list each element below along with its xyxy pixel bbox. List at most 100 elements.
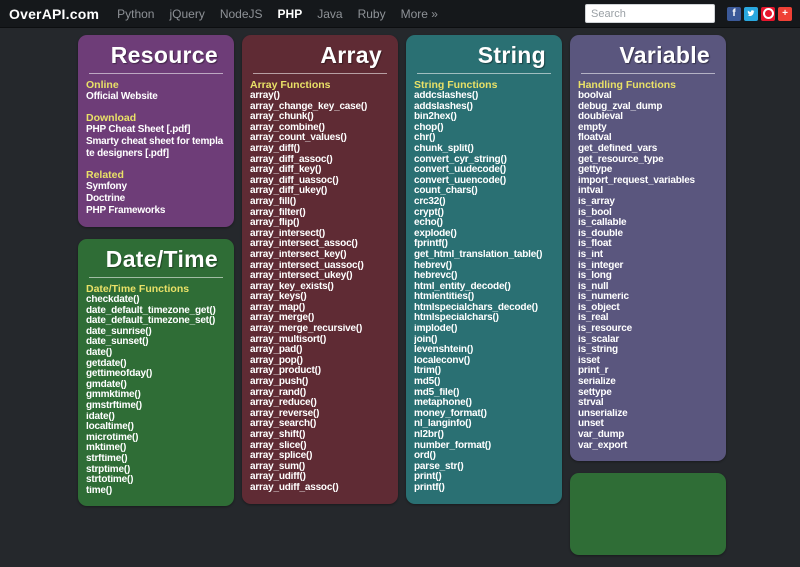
nav-item-python[interactable]: Python	[117, 7, 154, 21]
function-link[interactable]: is_float	[578, 239, 718, 250]
nav-item-jquery[interactable]: jQuery	[169, 7, 204, 21]
function-link[interactable]: is_null	[578, 282, 718, 293]
function-link[interactable]: array_intersect_assoc()	[250, 239, 390, 250]
function-link[interactable]: isset	[578, 356, 718, 367]
function-link[interactable]: get_defined_vars	[578, 144, 718, 155]
function-link[interactable]: array_udiff()	[250, 472, 390, 483]
nav-item-java[interactable]: Java	[317, 7, 342, 21]
function-link[interactable]: array_keys()	[250, 292, 390, 303]
function-link[interactable]: gmstrftime()	[86, 401, 226, 412]
function-link[interactable]: array_combine()	[250, 123, 390, 134]
function-link[interactable]: array_intersect_key()	[250, 250, 390, 261]
function-link[interactable]: get_resource_type	[578, 155, 718, 166]
function-link[interactable]: array_diff_uassoc()	[250, 176, 390, 187]
function-link[interactable]: gmdate()	[86, 380, 226, 391]
function-link[interactable]: is_bool	[578, 208, 718, 219]
function-link[interactable]: convert_cyr_string()	[414, 155, 554, 166]
function-link[interactable]: nl_langinfo()	[414, 419, 554, 430]
nav-item-more[interactable]: More »	[401, 7, 438, 21]
function-link[interactable]: hebrevc()	[414, 271, 554, 282]
function-link[interactable]: htmlentities()	[414, 292, 554, 303]
function-link[interactable]: strftime()	[86, 454, 226, 465]
function-link[interactable]: ltrim()	[414, 366, 554, 377]
function-link[interactable]: fprintf()	[414, 239, 554, 250]
function-link[interactable]: array_push()	[250, 377, 390, 388]
function-link[interactable]: join()	[414, 335, 554, 346]
function-link[interactable]: chop()	[414, 123, 554, 134]
function-link[interactable]: printf()	[414, 483, 554, 494]
nav-item-php[interactable]: PHP	[278, 7, 303, 21]
weibo-icon[interactable]	[761, 6, 775, 21]
search-input[interactable]	[585, 4, 715, 23]
function-link[interactable]: Doctrine	[86, 193, 226, 205]
function-link[interactable]: array_diff_key()	[250, 165, 390, 176]
function-link[interactable]: html_entity_decode()	[414, 282, 554, 293]
function-link[interactable]: unserialize	[578, 409, 718, 420]
function-link[interactable]: is_int	[578, 250, 718, 261]
function-link[interactable]: array_change_key_case()	[250, 102, 390, 113]
function-link[interactable]: is_numeric	[578, 292, 718, 303]
function-link[interactable]: array_map()	[250, 303, 390, 314]
facebook-icon[interactable]: f	[727, 6, 741, 21]
function-link[interactable]: array_count_values()	[250, 133, 390, 144]
function-link[interactable]: empty	[578, 123, 718, 134]
function-link[interactable]: unset	[578, 419, 718, 430]
function-link[interactable]: intval	[578, 186, 718, 197]
function-link[interactable]: array_flip()	[250, 218, 390, 229]
function-link[interactable]: array_rand()	[250, 388, 390, 399]
function-link[interactable]: strtotime()	[86, 475, 226, 486]
function-link[interactable]: settype	[578, 388, 718, 399]
function-link[interactable]: chr()	[414, 133, 554, 144]
function-link[interactable]: gettimeofday()	[86, 369, 226, 380]
function-link[interactable]: array_intersect_uassoc()	[250, 261, 390, 272]
function-link[interactable]: metaphone()	[414, 398, 554, 409]
function-link[interactable]: date()	[86, 348, 226, 359]
function-link[interactable]: is_double	[578, 229, 718, 240]
function-link[interactable]: idate()	[86, 412, 226, 423]
function-link[interactable]: gettype	[578, 165, 718, 176]
function-link[interactable]: checkdate()	[86, 295, 226, 306]
function-link[interactable]: array_reverse()	[250, 409, 390, 420]
function-link[interactable]: get_html_translation_table()	[414, 250, 554, 261]
twitter-icon[interactable]	[744, 6, 758, 21]
function-link[interactable]: date_default_timezone_set()	[86, 316, 226, 327]
function-link[interactable]: debug_zval_dump	[578, 102, 718, 113]
function-link[interactable]: getdate()	[86, 359, 226, 370]
function-link[interactable]: hebrev()	[414, 261, 554, 272]
function-link[interactable]: count_chars()	[414, 186, 554, 197]
function-link[interactable]: array_key_exists()	[250, 282, 390, 293]
function-link[interactable]: ord()	[414, 451, 554, 462]
function-link[interactable]: bin2hex()	[414, 112, 554, 123]
function-link[interactable]: doubleval	[578, 112, 718, 123]
function-link[interactable]: Official Website	[86, 91, 226, 103]
function-link[interactable]: is_resource	[578, 324, 718, 335]
function-link[interactable]: number_format()	[414, 441, 554, 452]
function-link[interactable]: array_search()	[250, 419, 390, 430]
function-link[interactable]: strval	[578, 398, 718, 409]
site-logo[interactable]: OverAPI.com	[9, 6, 99, 22]
function-link[interactable]: array_intersect_ukey()	[250, 271, 390, 282]
function-link[interactable]: var_dump	[578, 430, 718, 441]
function-link[interactable]: date_sunrise()	[86, 327, 226, 338]
function-link[interactable]: import_request_variables	[578, 176, 718, 187]
function-link[interactable]: array_diff()	[250, 144, 390, 155]
function-link[interactable]: addslashes()	[414, 102, 554, 113]
function-link[interactable]: floatval	[578, 133, 718, 144]
function-link[interactable]: serialize	[578, 377, 718, 388]
function-link[interactable]: money_format()	[414, 409, 554, 420]
function-link[interactable]: array_splice()	[250, 451, 390, 462]
function-link[interactable]: Symfony	[86, 181, 226, 193]
function-link[interactable]: is_callable	[578, 218, 718, 229]
function-link[interactable]: chunk_split()	[414, 144, 554, 155]
function-link[interactable]: array_diff_assoc()	[250, 155, 390, 166]
function-link[interactable]: is_long	[578, 271, 718, 282]
function-link[interactable]: levenshtein()	[414, 345, 554, 356]
function-link[interactable]: array_fill()	[250, 197, 390, 208]
function-link[interactable]: htmlspecialchars()	[414, 313, 554, 324]
function-link[interactable]: explode()	[414, 229, 554, 240]
function-link[interactable]: array()	[250, 91, 390, 102]
function-link[interactable]: is_scalar	[578, 335, 718, 346]
function-link[interactable]: htmlspecialchars_decode()	[414, 303, 554, 314]
function-link[interactable]: array_diff_ukey()	[250, 186, 390, 197]
function-link[interactable]: PHP Frameworks	[86, 205, 226, 217]
